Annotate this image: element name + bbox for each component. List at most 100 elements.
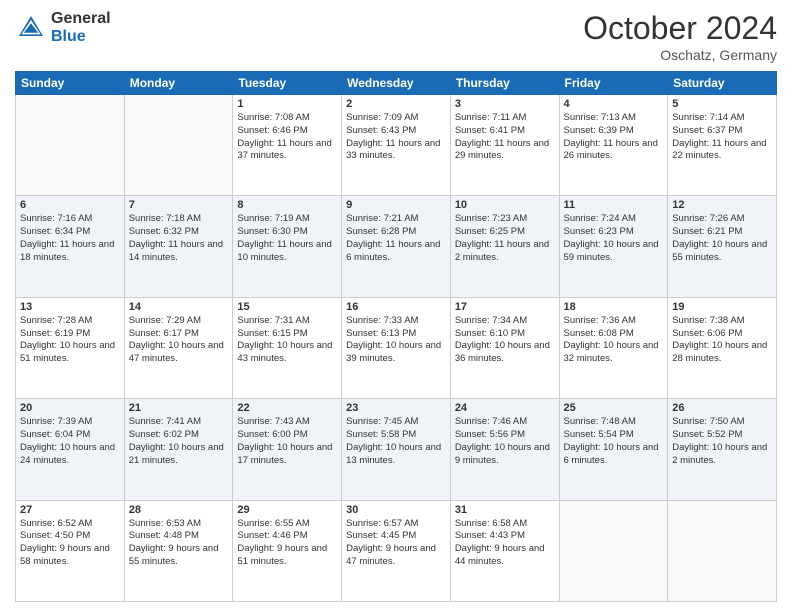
week-row-0: 1 Sunrise: 7:08 AM Sunset: 6:46 PM Daylig… (16, 95, 777, 196)
day-number-0-2: 1 (237, 98, 337, 110)
day-number-4-3: 30 (346, 504, 446, 516)
header: General Blue October 2024 Oschatz, Germa… (15, 10, 777, 63)
title-block: October 2024 Oschatz, Germany (583, 10, 777, 63)
day-number-2-3: 16 (346, 301, 446, 313)
cell-1-4: 10Sunrise: 7:23 AM Sunset: 6:25 PM Dayli… (450, 196, 559, 297)
day-number-2-4: 17 (455, 301, 555, 313)
cell-4-0: 27 Sunrise: 6:52 AM Sunset: 4:50 PM Dayli… (16, 500, 125, 601)
day-info-3-5: Sunrise: 7:48 AM Sunset: 5:54 PM Dayligh… (564, 416, 664, 467)
cell-1-3: 9 Sunrise: 7:21 AM Sunset: 6:28 PM Daylig… (342, 196, 451, 297)
cell-2-4: 17 Sunrise: 7:34 AM Sunset: 6:10 PM Dayli… (450, 297, 559, 398)
day-number-0-5: 4 (564, 98, 664, 110)
day-info-3-4: Sunrise: 7:46 AM Sunset: 5:56 PM Dayligh… (455, 416, 555, 467)
logo: General Blue (15, 10, 111, 45)
day-info-1-3: Sunrise: 7:21 AM Sunset: 6:28 PM Dayligh… (346, 213, 446, 264)
cell-0-6: 5Sunrise: 7:14 AM Sunset: 6:37 PM Daylig… (668, 95, 777, 196)
day-number-2-1: 14 (129, 301, 229, 313)
day-number-4-0: 27 (20, 504, 120, 516)
cell-2-2: 15Sunrise: 7:31 AM Sunset: 6:15 PM Dayli… (233, 297, 342, 398)
day-number-3-1: 21 (129, 402, 229, 414)
day-number-1-5: 11 (564, 199, 664, 211)
cell-3-5: 25 Sunrise: 7:48 AM Sunset: 5:54 PM Dayli… (559, 399, 668, 500)
cell-4-6 (668, 500, 777, 601)
cell-0-1 (124, 95, 233, 196)
day-number-3-4: 24 (455, 402, 555, 414)
cell-1-1: 7Sunrise: 7:18 AM Sunset: 6:32 PM Daylig… (124, 196, 233, 297)
th-thursday: Thursday (450, 72, 559, 95)
cell-4-5 (559, 500, 668, 601)
cell-2-1: 14 Sunrise: 7:29 AM Sunset: 6:17 PM Dayli… (124, 297, 233, 398)
week-row-4: 27 Sunrise: 6:52 AM Sunset: 4:50 PM Dayli… (16, 500, 777, 601)
day-number-4-4: 31 (455, 504, 555, 516)
cell-2-6: 19Sunrise: 7:38 AM Sunset: 6:06 PM Dayli… (668, 297, 777, 398)
day-info-4-1: Sunrise: 6:53 AM Sunset: 4:48 PM Dayligh… (129, 518, 229, 569)
cell-3-1: 21 Sunrise: 7:41 AM Sunset: 6:02 PM Dayli… (124, 399, 233, 500)
day-info-0-5: Sunrise: 7:13 AM Sunset: 6:39 PM Dayligh… (564, 112, 664, 163)
day-info-1-0: Sunrise: 7:16 AM Sunset: 6:34 PM Dayligh… (20, 213, 120, 264)
day-number-3-5: 25 (564, 402, 664, 414)
day-info-0-6: Sunrise: 7:14 AM Sunset: 6:37 PM Dayligh… (672, 112, 772, 163)
day-info-2-4: Sunrise: 7:34 AM Sunset: 6:10 PM Dayligh… (455, 315, 555, 366)
cell-3-6: 26 Sunrise: 7:50 AM Sunset: 5:52 PM Dayli… (668, 399, 777, 500)
cell-0-2: 1 Sunrise: 7:08 AM Sunset: 6:46 PM Daylig… (233, 95, 342, 196)
month-title: October 2024 (583, 10, 777, 47)
cell-2-0: 13Sunrise: 7:28 AM Sunset: 6:19 PM Dayli… (16, 297, 125, 398)
cell-0-4: 3 Sunrise: 7:11 AM Sunset: 6:41 PM Daylig… (450, 95, 559, 196)
location: Oschatz, Germany (583, 47, 777, 63)
day-number-1-0: 6 (20, 199, 120, 211)
cell-3-0: 20Sunrise: 7:39 AM Sunset: 6:04 PM Dayli… (16, 399, 125, 500)
day-info-3-2: Sunrise: 7:43 AM Sunset: 6:00 PM Dayligh… (237, 416, 337, 467)
day-info-1-2: Sunrise: 7:19 AM Sunset: 6:30 PM Dayligh… (237, 213, 337, 264)
day-info-0-2: Sunrise: 7:08 AM Sunset: 6:46 PM Dayligh… (237, 112, 337, 163)
day-number-3-0: 20 (20, 402, 120, 414)
day-info-1-1: Sunrise: 7:18 AM Sunset: 6:32 PM Dayligh… (129, 213, 229, 264)
logo-blue-text: Blue (51, 28, 111, 46)
cell-0-3: 2 Sunrise: 7:09 AM Sunset: 6:43 PM Daylig… (342, 95, 451, 196)
day-number-3-3: 23 (346, 402, 446, 414)
day-info-1-5: Sunrise: 7:24 AM Sunset: 6:23 PM Dayligh… (564, 213, 664, 264)
cell-2-5: 18Sunrise: 7:36 AM Sunset: 6:08 PM Dayli… (559, 297, 668, 398)
day-number-4-2: 29 (237, 504, 337, 516)
cell-4-1: 28 Sunrise: 6:53 AM Sunset: 4:48 PM Dayli… (124, 500, 233, 601)
cell-3-4: 24 Sunrise: 7:46 AM Sunset: 5:56 PM Dayli… (450, 399, 559, 500)
day-info-4-3: Sunrise: 6:57 AM Sunset: 4:45 PM Dayligh… (346, 518, 446, 569)
day-info-4-0: Sunrise: 6:52 AM Sunset: 4:50 PM Dayligh… (20, 518, 120, 569)
day-number-0-4: 3 (455, 98, 555, 110)
day-number-1-6: 12 (672, 199, 772, 211)
day-number-3-2: 22 (237, 402, 337, 414)
day-number-4-1: 28 (129, 504, 229, 516)
th-sunday: Sunday (16, 72, 125, 95)
week-row-3: 20Sunrise: 7:39 AM Sunset: 6:04 PM Dayli… (16, 399, 777, 500)
week-row-2: 13Sunrise: 7:28 AM Sunset: 6:19 PM Dayli… (16, 297, 777, 398)
cell-0-5: 4 Sunrise: 7:13 AM Sunset: 6:39 PM Daylig… (559, 95, 668, 196)
day-info-2-3: Sunrise: 7:33 AM Sunset: 6:13 PM Dayligh… (346, 315, 446, 366)
day-info-0-4: Sunrise: 7:11 AM Sunset: 6:41 PM Dayligh… (455, 112, 555, 163)
logo-icon (15, 12, 47, 44)
day-info-4-4: Sunrise: 6:58 AM Sunset: 4:43 PM Dayligh… (455, 518, 555, 569)
day-info-3-3: Sunrise: 7:45 AM Sunset: 5:58 PM Dayligh… (346, 416, 446, 467)
day-number-3-6: 26 (672, 402, 772, 414)
page: General Blue October 2024 Oschatz, Germa… (0, 0, 792, 612)
day-info-4-2: Sunrise: 6:55 AM Sunset: 4:46 PM Dayligh… (237, 518, 337, 569)
th-wednesday: Wednesday (342, 72, 451, 95)
day-info-3-6: Sunrise: 7:50 AM Sunset: 5:52 PM Dayligh… (672, 416, 772, 467)
day-number-1-3: 9 (346, 199, 446, 211)
day-number-2-2: 15 (237, 301, 337, 313)
day-info-2-6: Sunrise: 7:38 AM Sunset: 6:06 PM Dayligh… (672, 315, 772, 366)
day-number-2-0: 13 (20, 301, 120, 313)
day-info-0-3: Sunrise: 7:09 AM Sunset: 6:43 PM Dayligh… (346, 112, 446, 163)
day-info-2-1: Sunrise: 7:29 AM Sunset: 6:17 PM Dayligh… (129, 315, 229, 366)
cell-4-4: 31 Sunrise: 6:58 AM Sunset: 4:43 PM Dayli… (450, 500, 559, 601)
th-monday: Monday (124, 72, 233, 95)
th-friday: Friday (559, 72, 668, 95)
th-tuesday: Tuesday (233, 72, 342, 95)
day-info-1-4: Sunrise: 7:23 AM Sunset: 6:25 PM Dayligh… (455, 213, 555, 264)
day-number-0-3: 2 (346, 98, 446, 110)
day-info-1-6: Sunrise: 7:26 AM Sunset: 6:21 PM Dayligh… (672, 213, 772, 264)
day-info-3-1: Sunrise: 7:41 AM Sunset: 6:02 PM Dayligh… (129, 416, 229, 467)
week-row-1: 6 Sunrise: 7:16 AM Sunset: 6:34 PM Daylig… (16, 196, 777, 297)
cell-4-3: 30 Sunrise: 6:57 AM Sunset: 4:45 PM Dayli… (342, 500, 451, 601)
day-info-2-5: Sunrise: 7:36 AM Sunset: 6:08 PM Dayligh… (564, 315, 664, 366)
cell-1-6: 12 Sunrise: 7:26 AM Sunset: 6:21 PM Dayli… (668, 196, 777, 297)
cell-3-3: 23 Sunrise: 7:45 AM Sunset: 5:58 PM Dayli… (342, 399, 451, 500)
